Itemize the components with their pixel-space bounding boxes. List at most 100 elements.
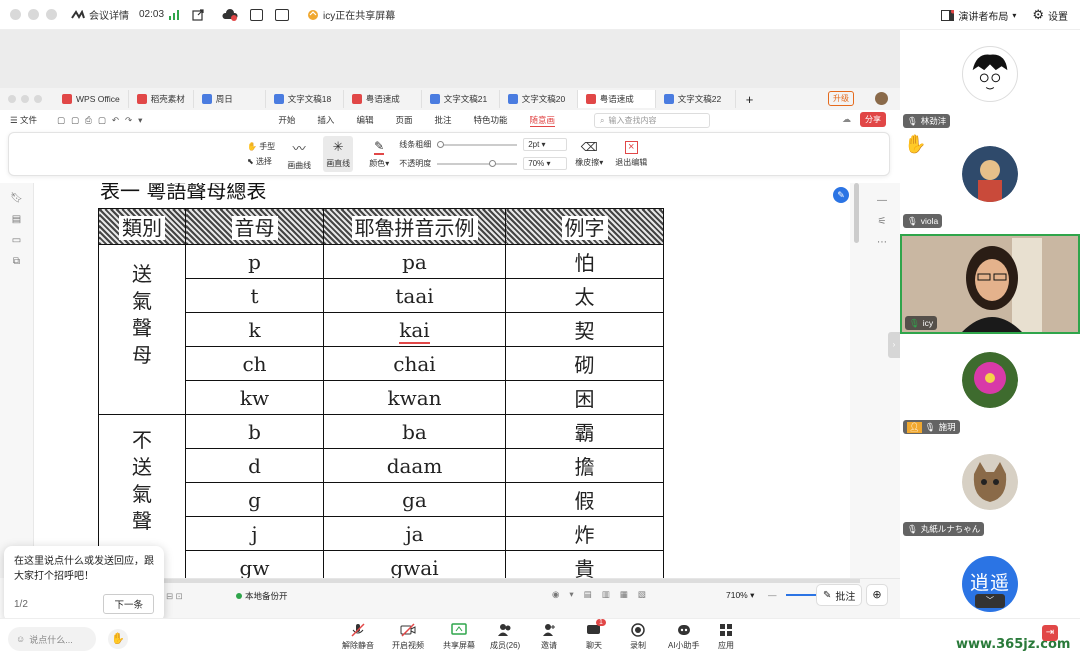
cloud-sync-icon[interactable]: ☁ [842,114,851,125]
more-icon[interactable]: ⋯ [877,237,887,248]
hand-tool[interactable]: ✋ 手型 [247,141,275,152]
zoom-level[interactable]: 710% ▾ [726,590,754,601]
thumbnail-icon[interactable]: ▤ [12,214,21,225]
start-video-button[interactable]: 开启视频 [392,623,424,651]
page-nav-icons[interactable]: ⊟ ⊡ [166,591,183,602]
chat-label: 聊天 [586,641,602,650]
adjust-icon[interactable]: ⚟ [878,216,887,227]
share-button[interactable]: 分享 [860,112,886,127]
new-tab-plus-icon[interactable]: + [746,92,754,107]
share-screen-button[interactable]: 共享屏幕 [443,623,475,651]
meeting-details-button[interactable]: 会议详情 [71,7,129,22]
wps-tab-home[interactable]: WPS Office [54,90,129,108]
participant-tile[interactable]: 🎙︎ 林劲沣 [900,30,1080,130]
menu-comment[interactable]: 批注 [434,114,451,126]
user-avatar[interactable] [875,92,888,105]
participant-name: 丸紙ルナちゃん [920,524,981,534]
invite-button[interactable]: 邀请 [541,623,557,651]
horizontal-scrollbar[interactable] [160,579,860,583]
menu-insert[interactable]: 插入 [317,114,334,126]
document-icon[interactable] [250,8,264,21]
unmute-button[interactable]: 解除静音 [342,623,374,651]
chat-button[interactable]: 1 聊天 [586,619,606,651]
wps-tab-docer[interactable]: 稻壳素材 [129,90,194,108]
menu-page[interactable]: 页面 [395,114,412,126]
expand-sidebar-handle[interactable]: › [888,332,900,358]
category-char: 母 [132,343,152,367]
participant-tile[interactable]: 👤︎ 🎙︎ 施玥 [900,336,1080,436]
maximize-window-button[interactable] [46,9,57,20]
settings-button[interactable]: ⚙ 设置 [1032,7,1068,23]
color-picker[interactable]: ✎ 颜色▾ [369,139,389,169]
ai-assistant-button[interactable]: AI小助手 [668,623,700,651]
photo-avatar [962,146,1018,202]
pages-icon[interactable]: ⧉ [13,256,20,267]
participant-tile[interactable]: 🎙︎ 丸紙ルナちゃん [900,438,1080,538]
wps-tab-doc18[interactable]: 文字文稿18 [266,90,344,108]
eraser-tool[interactable]: ⌫ 橡皮擦▾ [575,140,603,168]
raise-hand-button[interactable]: ✋ [108,629,128,649]
wps-minimize-button[interactable] [21,95,29,103]
exit-icon: × [624,140,638,154]
layout-button[interactable]: 演讲者布局 ▾ [941,8,1016,23]
opacity-select[interactable]: 70% ▾ [523,157,568,170]
wps-close-button[interactable] [8,95,16,103]
wps-tab-doc20[interactable]: 文字文稿20 [500,90,578,108]
tab-label: 文字文稿18 [287,94,332,104]
menu-start[interactable]: 开始 [278,114,295,126]
menu-edit[interactable]: 编辑 [356,114,373,126]
exit-edit-button[interactable]: × 退出编辑 [615,140,647,168]
bookmark-icon[interactable]: 🔖︎ [10,193,23,204]
wps-status-bar: ⊟ ⊡ 本地备份开 ◉▾▤▥▦▧ 710% ▾ — [160,578,900,618]
participant-tile[interactable]: 逍遥 ﹀ [900,540,1080,618]
chat-input[interactable]: ☺ 说点什么... [8,627,96,651]
wps-tab-sunday[interactable]: 周日 [194,90,266,108]
popout-icon[interactable] [192,8,204,21]
menu-features[interactable]: 特色功能 [473,114,507,126]
members-button[interactable]: 成员(26) [490,623,520,651]
ai-assist-icon[interactable]: ✎ [833,187,849,203]
initial-cell: g [185,482,324,517]
minimize-window-button[interactable] [28,9,39,20]
active-speaker-tile[interactable]: 🎙︎ icy [900,234,1080,334]
participant-tile[interactable]: ✋ 🎙︎ viola [900,130,1080,230]
line-tool-active[interactable]: ✳ 画直线 [323,136,354,172]
example-cell: ba [323,414,506,449]
translate-icon[interactable] [275,8,290,21]
view-mode-icons[interactable]: ◉▾▤▥▦▧ [552,589,656,600]
thickness-select[interactable]: 2pt ▾ [523,138,568,151]
wps-tab-cantonese1[interactable]: 粤语速成 [344,90,422,108]
search-box[interactable]: ⌕ 输入查找内容 [594,113,710,128]
apps-button[interactable]: 应用 [718,623,734,651]
wps-maximize-button[interactable] [34,95,42,103]
upgrade-button[interactable]: 升级 [828,91,854,106]
opacity-slider-handle[interactable] [489,159,497,167]
zoom-in-button[interactable]: ⊕ [866,584,888,606]
wps-tab-doc22[interactable]: 文字文稿22 [656,90,736,108]
curve-tool[interactable]: 〰 画曲线 [287,138,311,171]
annotate-button[interactable]: ✎ 批注 [816,584,863,606]
backup-status[interactable]: 本地备份开 [236,590,288,602]
next-tip-button[interactable]: 下一条 [103,594,154,614]
record-button[interactable]: 录制 [630,623,646,651]
collapse-icon[interactable]: — [877,195,887,206]
leave-meeting-button[interactable]: ⇥ [1042,625,1058,641]
select-tool[interactable]: ⬉ 选择 [247,156,275,167]
thickness-slider-handle[interactable] [437,140,445,148]
quick-access-icons[interactable]: ▢▢⎙▢↶↷▾ [57,115,148,126]
wps-tab-doc21[interactable]: 文字文稿21 [422,90,500,108]
cloud-record-icon[interactable] [222,8,238,21]
zoom-out-icon[interactable]: — [768,590,777,600]
menu-freehand-active[interactable]: 随意画 [529,114,556,127]
opacity-slider[interactable] [437,159,518,167]
scroll-down-button[interactable]: ﹀ [975,594,1005,608]
cursor-tools: ✋ 手型 ⬉ 选择 [247,141,275,167]
vertical-scrollbar[interactable] [854,183,859,243]
wps-tab-cantonese2-active[interactable]: 粤语速成 [577,90,656,108]
close-window-button[interactable] [10,9,21,20]
search-input[interactable]: 输入查找内容 [608,115,656,126]
thickness-slider[interactable] [437,140,518,148]
comment-icon[interactable]: ▭ [12,235,21,246]
zoom-slider[interactable] [786,594,820,596]
file-menu[interactable]: ☰ 文件 [10,114,37,126]
